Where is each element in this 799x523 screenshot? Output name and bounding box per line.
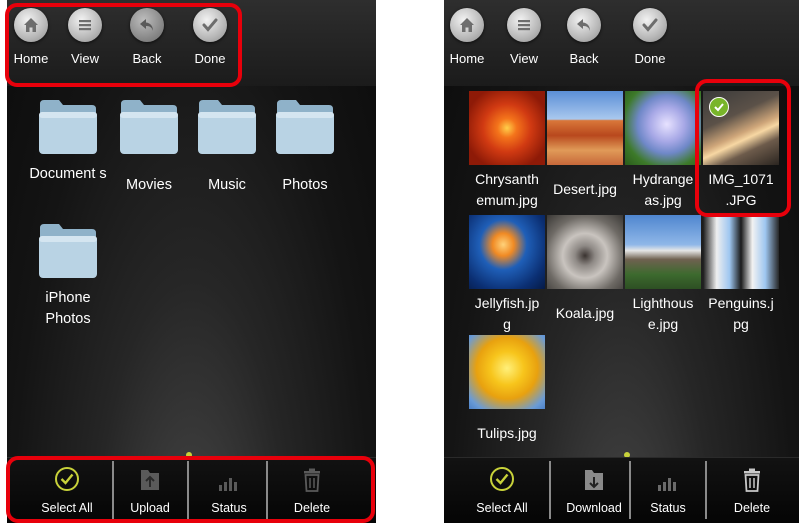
- thumbnail: [625, 91, 701, 165]
- home-label: Home: [449, 51, 485, 66]
- image-label: Jellyfish.jp g: [474, 295, 540, 332]
- trash-icon: [744, 468, 760, 492]
- image-label: Tulips.jpg: [477, 425, 537, 441]
- home-icon: [450, 8, 484, 42]
- thumbnail: [469, 91, 545, 165]
- view-label: View: [510, 51, 538, 66]
- folder-icon: [39, 100, 97, 154]
- download-icon: [585, 470, 603, 490]
- delete-label: Delete: [733, 501, 771, 515]
- status-label: Status: [650, 501, 686, 515]
- image-jellyfish[interactable]: Jellyfish.jp g: [469, 215, 545, 335]
- image-label: Penguins.j pg: [708, 295, 774, 332]
- image-label: Desert.jpg: [553, 181, 617, 197]
- download-button[interactable]: Download: [554, 458, 634, 523]
- folder-music[interactable]: Music: [188, 98, 266, 196]
- image-lighthouse[interactable]: Lighthous e.jpg: [625, 215, 701, 335]
- folder-label: Document s: [29, 166, 107, 182]
- status-bars-icon: [658, 478, 676, 491]
- done-button[interactable]: Done: [619, 2, 681, 82]
- folder-iphone-photos[interactable]: iPhone Photos: [29, 222, 107, 330]
- folder-movies[interactable]: Movies: [110, 98, 188, 196]
- back-label: Back: [569, 51, 599, 66]
- bottom-toolbar-highlight: [6, 456, 375, 523]
- home-button[interactable]: Home: [444, 2, 498, 82]
- folder-label: Movies: [126, 177, 172, 193]
- select-all-label: Select All: [476, 501, 528, 515]
- image-hydrangeas[interactable]: Hydrange as.jpg: [625, 91, 701, 211]
- view-button[interactable]: View: [493, 2, 555, 82]
- thumbnail: [703, 215, 779, 289]
- list-icon: [507, 8, 541, 42]
- folder-icon: [276, 100, 334, 154]
- back-arrow-icon: [567, 8, 601, 42]
- folder-photos[interactable]: Photos: [266, 98, 344, 196]
- checkmark-icon: [633, 8, 667, 42]
- selected-image-highlight: [695, 79, 791, 217]
- divider: [549, 461, 551, 519]
- folder-icon: [120, 100, 178, 154]
- folder-icon: [198, 100, 256, 154]
- folder-icon: [39, 224, 97, 278]
- thumbnail: [547, 215, 623, 289]
- image-tulips[interactable]: Tulips.jpg: [469, 335, 545, 444]
- folder-label: Photos: [282, 177, 328, 193]
- thumbnail: [547, 91, 623, 165]
- select-all-button[interactable]: Select All: [452, 458, 552, 523]
- divider: [705, 461, 707, 519]
- folder-label: Music: [208, 177, 246, 193]
- image-label: Lighthous e.jpg: [632, 295, 694, 332]
- image-label: Chrysanth emum.jpg: [475, 171, 539, 208]
- divider: [629, 461, 631, 519]
- thumbnail: [625, 215, 701, 289]
- thumbnail: [469, 215, 545, 289]
- image-koala[interactable]: Koala.jpg: [547, 215, 623, 324]
- toolbar-highlight: [5, 3, 242, 87]
- done-label: Done: [634, 51, 666, 66]
- bottom-toolbar: Select All Download Status Delete: [444, 457, 799, 523]
- status-button[interactable]: Status: [632, 458, 704, 523]
- download-label: Download: [566, 501, 622, 515]
- folder-documents[interactable]: Document s: [29, 98, 107, 185]
- image-chrysanthemum[interactable]: Chrysanth emum.jpg: [469, 91, 545, 211]
- back-button[interactable]: Back: [553, 2, 615, 82]
- image-label: Hydrange as.jpg: [632, 171, 694, 208]
- image-desert[interactable]: Desert.jpg: [547, 91, 623, 200]
- thumbnail: [469, 335, 545, 409]
- delete-button[interactable]: Delete: [712, 458, 792, 523]
- top-toolbar: Home View Back Done: [444, 0, 799, 86]
- image-penguins[interactable]: Penguins.j pg: [703, 215, 779, 335]
- select-all-check-icon: [490, 467, 514, 491]
- image-label: Koala.jpg: [555, 305, 615, 321]
- folder-label: iPhone Photos: [45, 290, 91, 327]
